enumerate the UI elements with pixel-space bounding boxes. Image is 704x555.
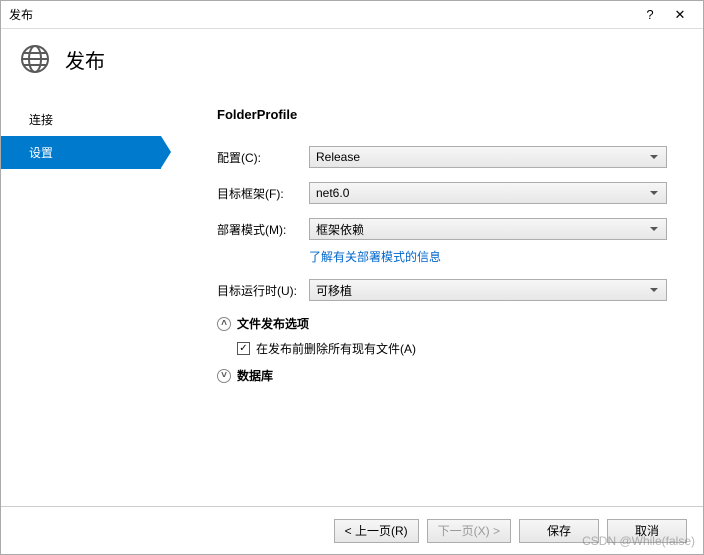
- prev-button[interactable]: < 上一页(R): [334, 519, 419, 543]
- label-configuration: 配置(C):: [217, 149, 309, 166]
- label-target-framework: 目标框架(F):: [217, 185, 309, 202]
- close-button[interactable]: ✕: [665, 1, 695, 29]
- select-value: Release: [316, 150, 360, 164]
- row-target-runtime: 目标运行时(U): 可移植: [217, 279, 667, 301]
- select-configuration[interactable]: Release: [309, 146, 667, 168]
- row-configuration: 配置(C): Release: [217, 146, 667, 168]
- globe-icon: [19, 43, 51, 75]
- sidebar: 连接 设置: [1, 103, 161, 392]
- header: 发布: [1, 29, 703, 93]
- profile-title: FolderProfile: [217, 107, 667, 122]
- chevron-up-icon: ˄: [217, 317, 231, 331]
- sidebar-item-label: 连接: [29, 113, 53, 127]
- label-target-runtime: 目标运行时(U):: [217, 282, 309, 299]
- checkbox-label: 在发布前删除所有现有文件(A): [256, 340, 416, 357]
- help-button[interactable]: ?: [635, 1, 665, 29]
- select-value: net6.0: [316, 186, 349, 200]
- select-deployment-mode[interactable]: 框架依赖: [309, 218, 667, 240]
- section-database[interactable]: ˅ 数据库: [217, 367, 667, 384]
- row-target-framework: 目标框架(F): net6.0: [217, 182, 667, 204]
- sidebar-item-label: 设置: [29, 146, 53, 160]
- save-button[interactable]: 保存: [519, 519, 599, 543]
- section-title: 文件发布选项: [237, 315, 309, 332]
- select-value: 框架依赖: [316, 221, 364, 238]
- checkbox-icon: ✓: [237, 342, 250, 355]
- chevron-down-icon: ˅: [217, 369, 231, 383]
- checkbox-delete-existing-files[interactable]: ✓ 在发布前删除所有现有文件(A): [237, 340, 667, 357]
- main: 连接 设置 FolderProfile 配置(C): Release 目标框架(…: [1, 93, 703, 392]
- select-target-framework[interactable]: net6.0: [309, 182, 667, 204]
- label-deployment-mode: 部署模式(M):: [217, 221, 309, 238]
- next-button: 下一页(X) >: [427, 519, 511, 543]
- page-title: 发布: [65, 45, 105, 74]
- content: FolderProfile 配置(C): Release 目标框架(F): ne…: [161, 103, 703, 392]
- sidebar-item-settings[interactable]: 设置: [1, 136, 161, 169]
- titlebar: 发布 ? ✕: [1, 1, 703, 29]
- footer: < 上一页(R) 下一页(X) > 保存 取消: [1, 506, 703, 554]
- cancel-button[interactable]: 取消: [607, 519, 687, 543]
- section-title: 数据库: [237, 367, 273, 384]
- sidebar-item-connection[interactable]: 连接: [1, 103, 161, 136]
- select-target-runtime[interactable]: 可移植: [309, 279, 667, 301]
- window-title: 发布: [9, 6, 635, 23]
- select-value: 可移植: [316, 282, 352, 299]
- row-deployment-mode: 部署模式(M): 框架依赖: [217, 218, 667, 240]
- link-deployment-mode-info[interactable]: 了解有关部署模式的信息: [309, 248, 667, 265]
- section-file-publish-options[interactable]: ˄ 文件发布选项: [217, 315, 667, 332]
